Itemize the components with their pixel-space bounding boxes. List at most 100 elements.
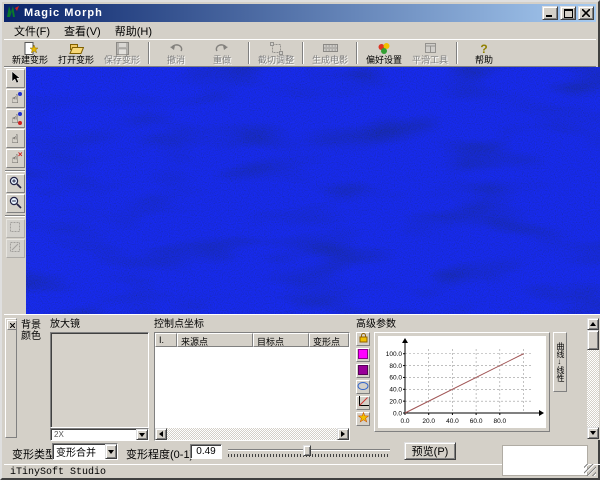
svg-text:60.0: 60.0	[389, 375, 402, 382]
column-header-target-point[interactable]: 目标点	[253, 333, 309, 347]
svg-text:40.0: 40.0	[389, 387, 402, 394]
toolbar-button-help[interactable]: ? 帮助	[461, 41, 507, 66]
new-morph-icon	[23, 41, 38, 55]
morph-image-canvas[interactable]	[26, 67, 600, 314]
toolbar-button-redo[interactable]: 重做	[199, 41, 245, 66]
delete-point-button[interactable]: ☝ ×	[5, 149, 25, 168]
zoom-in-icon	[9, 176, 22, 192]
toolbar-button-undo[interactable]: 撤消	[153, 41, 199, 66]
column-header-index[interactable]: I.	[155, 333, 177, 347]
column-header-source-point[interactable]: 来源点	[177, 333, 253, 347]
control-points-header: I. 来源点 目标点 变形点	[155, 333, 349, 347]
preview-button[interactable]: 预览(P)	[404, 442, 456, 460]
toolbar-separator	[148, 42, 150, 64]
degree-slider[interactable]	[228, 443, 390, 461]
toolbar-button-new-morph[interactable]: 新建变形	[7, 41, 53, 66]
blue-point-dot-icon	[17, 92, 22, 96]
scroll-right-icon[interactable]	[337, 428, 349, 440]
ellipse-tool-button[interactable]	[356, 380, 370, 394]
status-text: iTinySoft Studio	[10, 467, 107, 478]
svg-text:60.0: 60.0	[470, 418, 483, 425]
column-header-morph-point[interactable]: 变形点	[309, 333, 349, 347]
preview-button-label: 预览(P)	[411, 446, 449, 458]
smooth-icon	[424, 42, 437, 55]
morph-type-label: 变形类型	[12, 449, 56, 461]
clear-region-button[interactable]	[5, 239, 25, 258]
toolbar-button-create-movie[interactable]: 生成电影	[307, 41, 353, 66]
advanced-vertical-scrollbar[interactable]	[587, 318, 599, 439]
close-button[interactable]	[578, 6, 594, 20]
target-color-button[interactable]	[356, 364, 370, 378]
advanced-params-label: 高级参数	[356, 319, 396, 330]
toolbar-separator	[456, 42, 458, 64]
morph-type-value: 变形合并	[56, 448, 96, 459]
undo-icon	[169, 42, 183, 55]
maximize-button[interactable]	[560, 6, 576, 20]
app-window: Magic Morph 文件(F) 查看(V) 帮助(H) 新建变形 打开变形 …	[0, 0, 600, 480]
dock-close-button[interactable]	[7, 320, 17, 330]
control-points-label: 控制点坐标	[154, 319, 204, 330]
curve-to-line-button[interactable]: 曲线→线性	[553, 332, 567, 392]
red-point-dot-icon	[17, 121, 22, 125]
select-region-button[interactable]	[5, 219, 25, 238]
morph-type-select[interactable]: 变形合并	[52, 443, 118, 460]
select-arrow-icon	[9, 70, 22, 87]
menu-file[interactable]: 文件(F)	[8, 22, 56, 40]
scroll-left-icon[interactable]	[155, 428, 167, 440]
scrollbar-thumb[interactable]	[587, 330, 599, 350]
toolbar-button-open-morph[interactable]: 打开变形	[53, 41, 99, 66]
move-point-button[interactable]: ☝	[5, 129, 25, 148]
title-bar[interactable]: Magic Morph	[4, 4, 596, 22]
toolbar-button-smooth[interactable]: 平滑工具	[407, 41, 453, 66]
scroll-down-icon[interactable]	[587, 427, 599, 439]
morph-curve-chart[interactable]: 0.0 20.0 40.0 60.0 80.0 0.0 20.0 40.0 60.0 80.0 10…	[378, 336, 546, 428]
curve-tool-button[interactable]	[356, 396, 370, 410]
toolbar-button-save-morph[interactable]: 保存变形	[99, 41, 145, 66]
magnifier-label: 放大镜	[50, 319, 80, 330]
table-horizontal-scrollbar[interactable]	[155, 428, 349, 440]
menu-view[interactable]: 查看(V)	[58, 22, 107, 40]
add-source-point-button[interactable]: ☝	[5, 89, 25, 108]
zoom-in-button[interactable]	[5, 174, 25, 193]
curve-chart-panel: 0.0 20.0 40.0 60.0 80.0 0.0 20.0 40.0 60.0 80.0 10…	[374, 332, 550, 432]
resize-grip[interactable]	[584, 464, 596, 476]
toolbar-button-preferences[interactable]: 偏好设置	[361, 41, 407, 66]
toolbar-button-crop-adjust[interactable]: 截切调整	[253, 41, 299, 66]
curve-to-line-label: 曲线→线性	[556, 342, 565, 382]
svg-text:?: ?	[480, 42, 487, 55]
minimize-button[interactable]	[542, 6, 558, 20]
svg-text:20.0: 20.0	[422, 418, 435, 425]
degree-input[interactable]	[190, 444, 222, 459]
main-toolbar: 新建变形 打开变形 保存变形 撤消 重做 截切调整 生成电影 偏好设置 平滑工具…	[4, 39, 596, 66]
add-target-point-button[interactable]: ☝	[5, 109, 25, 128]
toolbar-button-label: 偏好设置	[365, 54, 402, 65]
menu-help[interactable]: 帮助(H)	[109, 22, 158, 40]
select-region-icon	[9, 221, 21, 236]
magnifier-preview	[50, 332, 149, 428]
bottom-dock-panel: 背景颜色 放大镜 2X 控制点坐标 I. 来源点 目标点 变形点 高级参数 0.…	[4, 314, 600, 441]
chevron-down-icon[interactable]	[105, 444, 117, 459]
dock-grab-bar[interactable]	[5, 318, 17, 438]
svg-text:20.0: 20.0	[389, 398, 402, 405]
zoom-out-button[interactable]	[5, 194, 25, 213]
reset-curve-button[interactable]	[356, 411, 370, 426]
degree-slider-thumb[interactable]	[303, 445, 312, 456]
select-tool-button[interactable]	[5, 69, 25, 88]
scroll-up-icon[interactable]	[587, 318, 599, 330]
toolbar-separator	[248, 42, 250, 64]
source-color-button[interactable]	[356, 348, 370, 362]
lock-tool-button[interactable]	[356, 332, 370, 346]
star-icon	[357, 411, 369, 426]
app-logo-icon	[6, 5, 20, 21]
toolbar-button-label: 打开变形	[57, 54, 94, 65]
redo-icon	[215, 42, 229, 55]
advanced-tool-strip	[356, 332, 371, 428]
crop-adjust-icon	[269, 41, 283, 55]
toolbar-separator	[356, 42, 358, 64]
image-noise-texture	[26, 67, 600, 314]
scrollbar-track[interactable]	[167, 428, 337, 440]
palette-separator	[5, 215, 25, 217]
control-points-table[interactable]: I. 来源点 目标点 变形点	[154, 332, 350, 441]
chevron-down-icon[interactable]	[136, 429, 148, 440]
control-points-rows[interactable]	[155, 347, 349, 428]
